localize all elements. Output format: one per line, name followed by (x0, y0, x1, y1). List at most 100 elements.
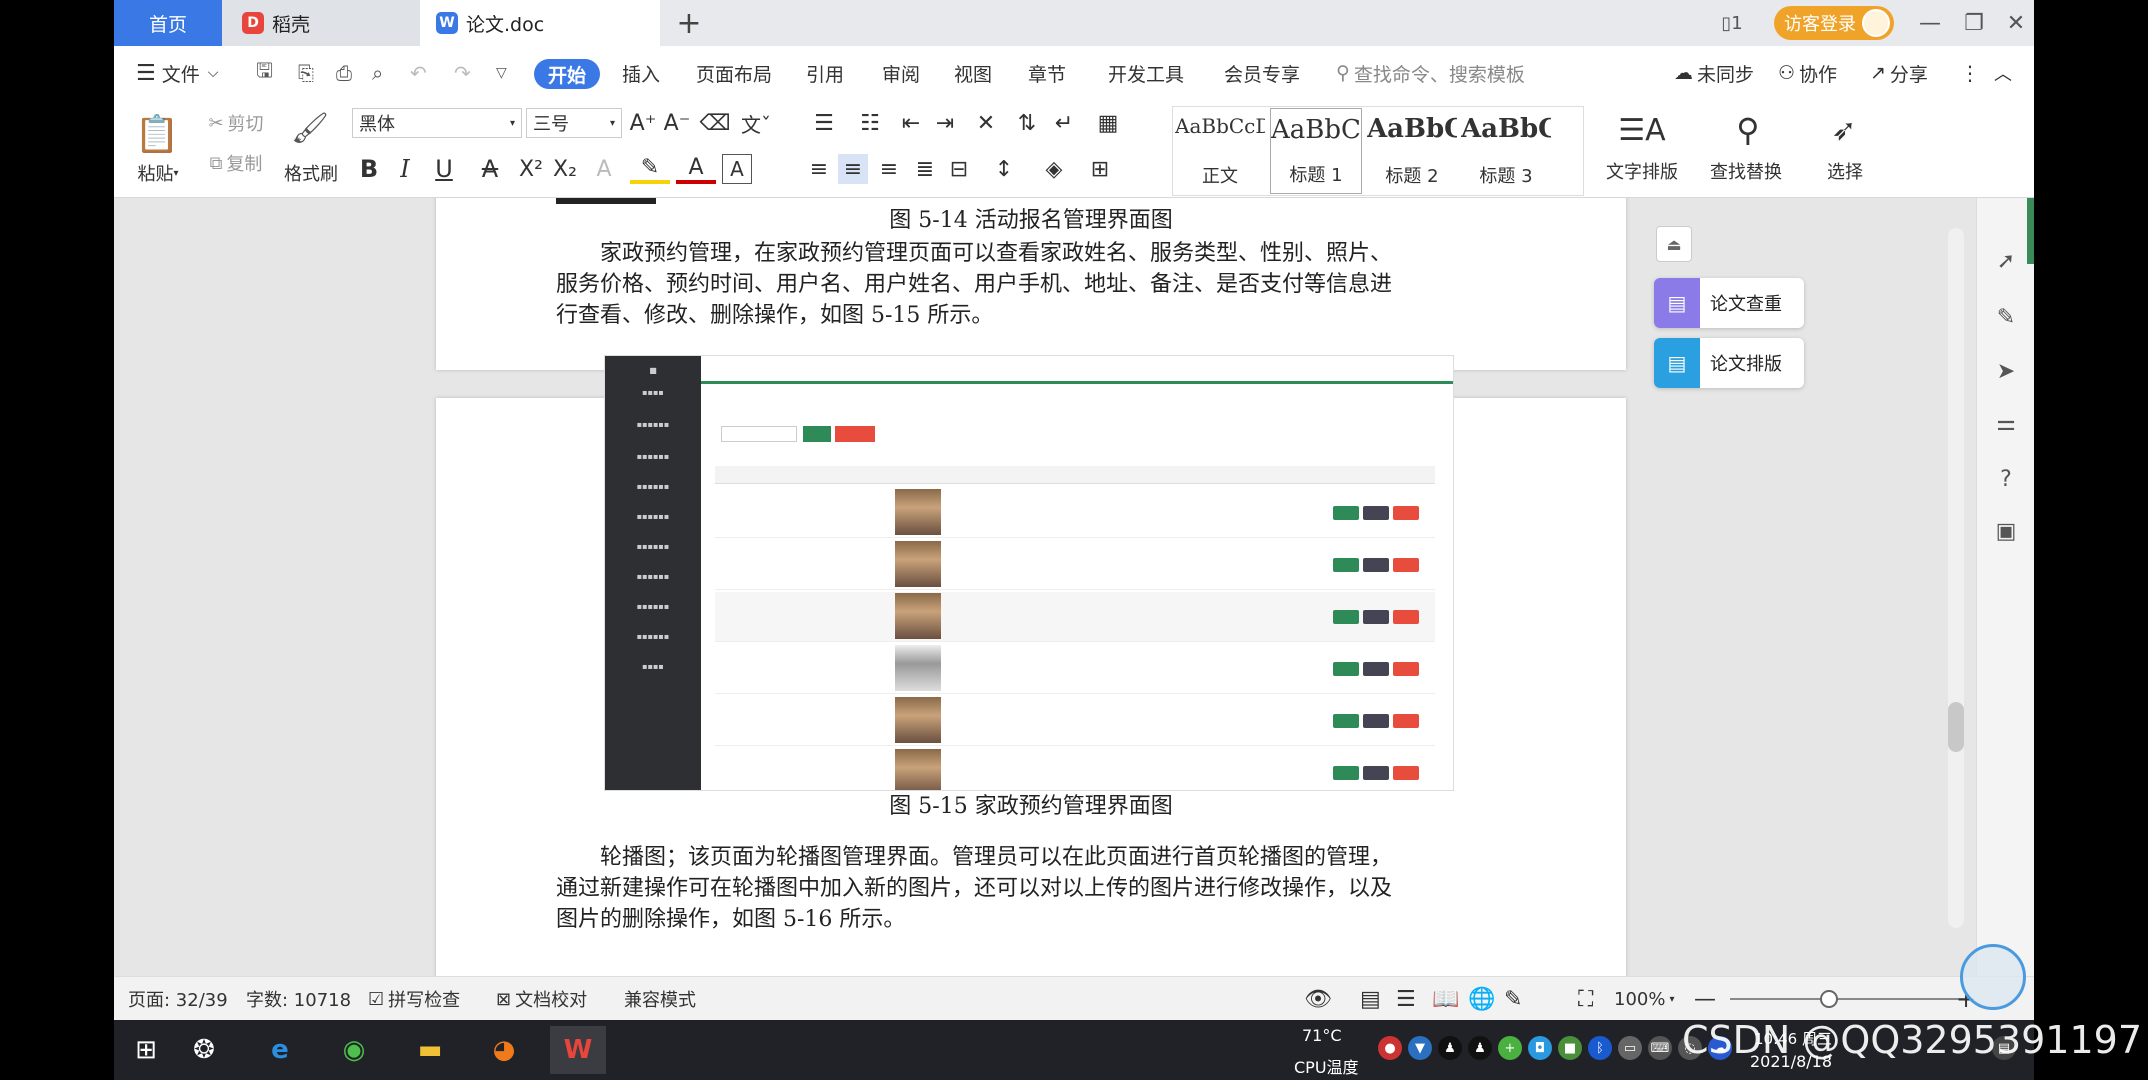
brush-icon[interactable]: 🖌 (280, 104, 340, 152)
cursor-icon[interactable]: ➶ (1814, 110, 1874, 150)
align-left-icon[interactable]: ≡ (804, 154, 834, 184)
page-view-icon[interactable]: ▤ (1360, 977, 1381, 1020)
qq-tray-icon[interactable]: ♟ (1438, 1036, 1462, 1060)
floating-assistant-icon[interactable] (1960, 944, 2026, 1010)
qq-tray-icon-2[interactable]: ♟ (1468, 1036, 1492, 1060)
eye-protect-icon[interactable]: 👁 (1304, 977, 1332, 1020)
shield-tray-icon[interactable]: ▼ (1408, 1036, 1432, 1060)
outline-view-icon[interactable]: ☰ (1396, 977, 1416, 1020)
guest-login-button[interactable]: 访客登录 (1774, 6, 1894, 40)
phonetic-icon[interactable]: 文ˇ (734, 108, 778, 138)
select-button[interactable]: 选择 (1810, 156, 1880, 186)
text-direction-icon[interactable]: ✕ (966, 108, 1006, 138)
web-view-icon[interactable]: 🌐 (1468, 977, 1495, 1020)
browser-360-icon[interactable]: ◉ (326, 1026, 382, 1074)
vertical-scrollbar[interactable] (1946, 208, 1966, 968)
paper-check-button[interactable]: ▤ 论文查重 (1654, 278, 1804, 328)
scrollbar-thumb[interactable] (1948, 702, 1964, 752)
zoom-slider[interactable] (1730, 998, 1966, 1000)
pen-icon[interactable]: ✎ (1991, 302, 2021, 332)
style-normal[interactable]: AaBbCcDd 正文 (1174, 108, 1266, 194)
menu-developer[interactable]: 开发工具 (1108, 46, 1184, 100)
share-button[interactable]: ↗ 分享 (1870, 46, 1928, 100)
copy-button[interactable]: ⧉ 复制 (196, 148, 276, 178)
tab-document[interactable]: W 论文.doc (420, 0, 660, 46)
spell-check[interactable]: ☑ 拼写检查 (368, 977, 460, 1020)
sliders-icon[interactable]: ⚌ (1991, 408, 2021, 438)
app-swirl-icon[interactable]: ❂ (176, 1026, 232, 1074)
strikethrough-icon[interactable]: A (470, 154, 510, 184)
file-explorer-icon[interactable]: ▬ (402, 1026, 458, 1074)
pointer-icon[interactable]: ➤ (1991, 356, 2021, 386)
help-icon[interactable]: ? (1991, 464, 2021, 494)
print-icon[interactable]: ⎙ (336, 46, 352, 100)
security-tray-icon[interactable]: ● (1378, 1036, 1402, 1060)
rocket-icon[interactable]: ➚ (1991, 246, 2021, 276)
table-grid-icon[interactable]: ▦ (1088, 108, 1128, 138)
menu-member[interactable]: 会员专享 (1224, 46, 1300, 100)
reading-view-icon[interactable]: 📖 (1432, 977, 1459, 1020)
shading-icon[interactable]: ◈ (1034, 154, 1074, 184)
fit-page-icon[interactable]: ⛶ (1578, 977, 1593, 1020)
word-count[interactable]: 字数: 10718 (246, 977, 351, 1020)
sort-icon[interactable]: ⇅ (1012, 108, 1042, 138)
menu-chapter[interactable]: 章节 (1028, 46, 1066, 100)
save-icon[interactable]: 🖫 (256, 46, 273, 100)
grow-font-icon[interactable]: A⁺ (628, 108, 658, 138)
collab-button[interactable]: ⚇ 协作 (1778, 46, 1837, 100)
zoom-out-icon[interactable]: — (1694, 977, 1716, 1020)
font-color-icon[interactable]: A (676, 154, 716, 184)
style-heading2[interactable]: AaBbC 标题 2 (1366, 108, 1458, 194)
file-menu[interactable]: ☰ 文件 ⌵ (136, 46, 218, 100)
increase-indent-icon[interactable]: ⇥ (930, 108, 960, 138)
zoom-level[interactable]: 100% ▾ (1614, 977, 1675, 1020)
line-spacing-icon[interactable]: ↕ (984, 154, 1024, 184)
superscript-icon[interactable]: X² (516, 154, 546, 184)
underline-icon[interactable]: U (424, 154, 464, 184)
new-tab-button[interactable]: + (660, 0, 718, 46)
game-app-icon[interactable]: ◕ (476, 1026, 532, 1074)
restore-icon[interactable]: ❐ (1952, 0, 1996, 46)
magnifier-icon[interactable]: ⚲ (1708, 110, 1788, 150)
borders-icon[interactable]: ⊞ (1080, 154, 1120, 184)
bold-icon[interactable]: B (354, 154, 384, 184)
decrease-indent-icon[interactable]: ⇤ (896, 108, 926, 138)
text-layout-button[interactable]: 文字排版 (1592, 156, 1692, 186)
justify-icon[interactable]: ≣ (910, 154, 940, 184)
bluetooth-icon[interactable]: ᛒ (1588, 1036, 1612, 1060)
font-family-select[interactable]: 黑体 ▾ (352, 108, 522, 138)
distribute-icon[interactable]: ⊟ (944, 154, 974, 184)
close-icon[interactable]: ✕ (1994, 0, 2034, 46)
undo-icon[interactable]: ↶ (410, 46, 427, 100)
more-options-icon[interactable]: ⋮ (1960, 46, 1980, 100)
minimize-icon[interactable]: — (1908, 0, 1952, 46)
chat-tray-icon[interactable]: ◘ (1528, 1036, 1552, 1060)
collapse-ribbon-icon[interactable]: ︿ (1994, 46, 2012, 100)
tab-home[interactable]: 首页 (114, 0, 222, 46)
plus-tray-icon[interactable]: + (1498, 1036, 1522, 1060)
layout-icon[interactable]: ▯1 (1710, 0, 1754, 46)
doc-proofread[interactable]: ⊠ 文档校对 (496, 977, 587, 1020)
paper-layout-button[interactable]: ▤ 论文排版 (1654, 338, 1804, 388)
bullet-list-icon[interactable]: ☰ (804, 108, 844, 138)
italic-icon[interactable]: I (390, 154, 420, 184)
style-heading1[interactable]: AaBbC 标题 1 (1270, 108, 1362, 194)
align-center-icon[interactable]: ≡ (838, 154, 868, 184)
numbered-list-icon[interactable]: ☷ (850, 108, 890, 138)
find-replace-button[interactable]: 查找替换 (1694, 156, 1798, 186)
menu-start[interactable]: 开始 (534, 59, 600, 89)
nvidia-tray-icon[interactable]: ■ (1558, 1036, 1582, 1060)
page-indicator[interactable]: 页面: 32/39 (128, 977, 228, 1020)
print-preview-icon[interactable]: ⌕ (372, 46, 383, 100)
sync-status[interactable]: ☁ 未同步 (1674, 46, 1754, 100)
style-heading3[interactable]: AaBbC 标题 3 (1460, 108, 1552, 194)
battery-icon[interactable]: ▭ (1618, 1036, 1642, 1060)
menu-view[interactable]: 视图 (954, 46, 992, 100)
wps-taskbar-icon[interactable]: W (550, 1026, 606, 1074)
zoom-slider-thumb[interactable] (1820, 990, 1838, 1008)
menu-page-layout[interactable]: 页面布局 (696, 46, 772, 100)
highlight-icon[interactable]: ✎ (630, 154, 670, 184)
input-method-icon[interactable]: ⌨ (1648, 1036, 1672, 1060)
eject-icon[interactable]: ⏏ (1656, 226, 1692, 262)
windows-start-icon[interactable]: ⊞ (118, 1026, 174, 1074)
